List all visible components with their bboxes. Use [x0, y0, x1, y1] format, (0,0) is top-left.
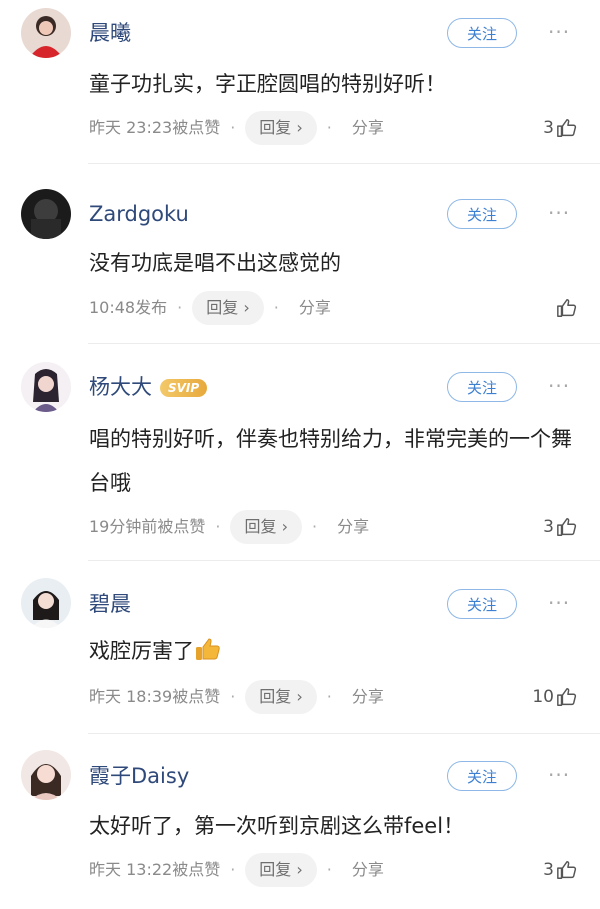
more-options-icon[interactable]: ···	[548, 203, 578, 223]
separator-dot: ·	[326, 860, 332, 879]
timestamp: 昨天 23:23被点赞	[89, 118, 221, 137]
like-count: 3	[543, 860, 554, 880]
more-options-icon[interactable]: ···	[548, 765, 578, 785]
separator-dot: ·	[230, 118, 236, 137]
share-button[interactable]: 分享	[299, 291, 331, 325]
divider	[88, 560, 600, 561]
comment-item: Zardgoku 关注 ··· 没有功底是唱不出这感觉的 10:48发布 · 回复 …	[0, 165, 600, 345]
svip-badge: SVIP	[160, 379, 208, 397]
share-button[interactable]: 分享	[352, 680, 384, 714]
timestamp: 昨天 13:22被点赞	[89, 860, 221, 879]
thumbs-up-emoji-icon	[196, 638, 220, 660]
follow-button[interactable]: 关注	[447, 199, 517, 229]
comment-meta: 昨天 13:22被点赞 · 回复 › · 分享	[89, 853, 384, 887]
follow-button[interactable]: 关注	[447, 589, 517, 619]
like-button[interactable]: 10	[532, 684, 578, 710]
thumbs-up-icon	[557, 688, 577, 706]
follow-button[interactable]: 关注	[447, 761, 517, 791]
separator-dot: ·	[311, 517, 318, 536]
timestamp: 10:48发布	[89, 298, 168, 317]
reply-label: 回复	[259, 687, 292, 706]
comment-text-content: 戏腔厉害了	[89, 639, 194, 663]
reply-label: 回复	[206, 298, 239, 317]
like-count: 10	[532, 687, 554, 707]
comment-meta: 19分钟前被点赞 · 回复 › · 分享	[89, 510, 369, 544]
like-button[interactable]: 3	[543, 115, 578, 141]
separator-dot: ·	[177, 298, 183, 317]
username[interactable]: 碧晨	[89, 591, 131, 617]
thumbs-up-icon	[557, 299, 577, 317]
comment-item: 杨大大 SVIP 关注 ··· 唱的特别好听，伴奏也特别给力，非常完美的一个舞台哦…	[0, 345, 600, 557]
reply-button[interactable]: 回复 ›	[245, 111, 317, 145]
username-text: 杨大大	[89, 375, 152, 399]
reply-label: 回复	[259, 118, 292, 137]
reply-button[interactable]: 回复 ›	[245, 680, 317, 714]
separator-dot: ·	[215, 517, 221, 536]
timestamp: 19分钟前被点赞	[89, 517, 206, 536]
share-button[interactable]: 分享	[352, 853, 384, 887]
username[interactable]: 霞子Daisy	[89, 763, 189, 789]
username[interactable]: Zardgoku	[89, 201, 189, 227]
thumbs-up-icon	[557, 119, 577, 137]
divider	[88, 163, 600, 164]
separator-dot: ·	[326, 118, 332, 137]
comment-text: 童子功扎实，字正腔圆唱的特别好听！	[89, 72, 446, 96]
like-button[interactable]: 3	[543, 857, 578, 883]
more-options-icon[interactable]: ···	[548, 22, 578, 42]
comment-item: 晨曦 关注 ··· 童子功扎实，字正腔圆唱的特别好听！ 昨天 23:23被点赞 ·…	[0, 0, 600, 165]
reply-label: 回复	[244, 517, 277, 536]
comment-meta: 昨天 18:39被点赞 · 回复 › · 分享	[89, 680, 384, 714]
avatar[interactable]	[21, 750, 71, 800]
timestamp: 昨天 18:39被点赞	[89, 687, 221, 706]
like-button[interactable]	[554, 295, 578, 321]
separator-dot: ·	[273, 298, 279, 317]
thumbs-up-icon	[557, 861, 577, 879]
share-button[interactable]: 分享	[352, 111, 384, 145]
thumbs-up-icon	[557, 518, 577, 536]
reply-button[interactable]: 回复 ›	[192, 291, 264, 325]
like-count: 3	[543, 118, 554, 138]
like-button[interactable]: 3	[543, 514, 578, 540]
comment-text: 唱的特别好听，伴奏也特别给力，非常完美的一个舞台哦	[89, 427, 572, 495]
comment-item: 霞子Daisy 关注 ··· 太好听了，第一次听到京剧这么带feel！ 昨天 1…	[0, 735, 600, 909]
divider	[88, 343, 600, 344]
username[interactable]: 杨大大 SVIP	[89, 374, 208, 400]
share-button[interactable]: 分享	[337, 510, 369, 544]
reply-button[interactable]: 回复 ›	[245, 853, 317, 887]
avatar[interactable]	[21, 8, 71, 58]
comment-meta: 10:48发布 · 回复 › · 分享	[89, 291, 331, 325]
divider	[88, 733, 600, 734]
separator-dot: ·	[326, 687, 332, 706]
reply-label: 回复	[259, 860, 292, 879]
avatar[interactable]	[21, 362, 71, 412]
avatar[interactable]	[21, 189, 71, 239]
separator-dot: ·	[230, 687, 236, 706]
comment-text: 太好听了，第一次听到京剧这么带feel！	[89, 814, 465, 838]
avatar[interactable]	[21, 578, 71, 628]
more-options-icon[interactable]: ···	[548, 593, 578, 613]
username[interactable]: 晨曦	[89, 20, 131, 46]
comment-text: 没有功底是唱不出这感觉的	[89, 251, 341, 275]
reply-button[interactable]: 回复 ›	[230, 510, 302, 544]
comment-text: 戏腔厉害了	[89, 629, 584, 673]
comment-meta: 昨天 23:23被点赞 · 回复 › · 分享	[89, 111, 384, 145]
comment-item: 碧晨 关注 ··· 戏腔厉害了 昨天 18:39被点赞 · 回复 › · 分享 10	[0, 562, 600, 734]
like-count: 3	[543, 517, 554, 537]
follow-button[interactable]: 关注	[447, 372, 517, 402]
follow-button[interactable]: 关注	[447, 18, 517, 48]
more-options-icon[interactable]: ···	[548, 376, 578, 396]
separator-dot: ·	[230, 860, 236, 879]
